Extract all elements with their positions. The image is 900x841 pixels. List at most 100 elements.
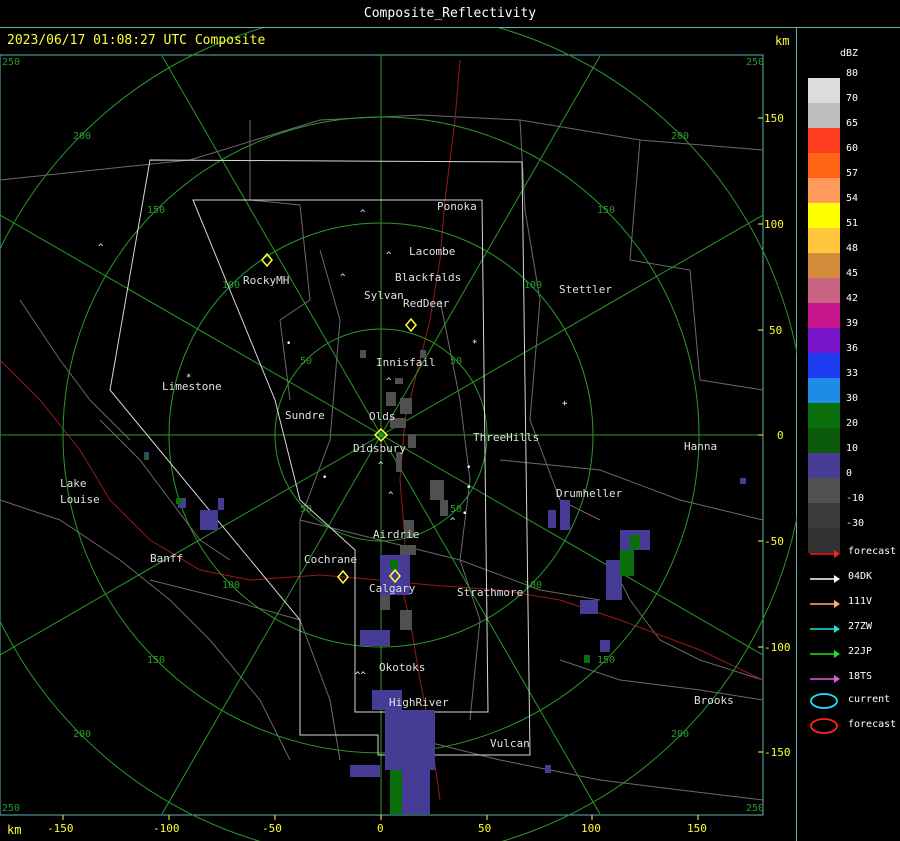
- place-sundre: Sundre: [285, 409, 325, 422]
- right-tick-100: 100: [764, 218, 784, 231]
- cell-ellipse-icon: [810, 718, 838, 734]
- legend-value: 33: [846, 368, 859, 379]
- right-tick-150: 150: [764, 112, 784, 125]
- svg-text:^: ^: [360, 209, 366, 219]
- ring-label-100b: 100: [524, 280, 542, 291]
- place-hanna: Hanna: [684, 440, 717, 453]
- ring-label-250c: 250: [2, 803, 20, 814]
- bottom-tick-m150: -150: [47, 822, 74, 835]
- place-sylvan: Sylvan: [364, 289, 404, 302]
- ring-label-150: 150: [147, 205, 165, 216]
- legend-value: 36: [846, 343, 859, 354]
- bottom-tick-m100: -100: [153, 822, 180, 835]
- track-arrow-icon: [810, 550, 840, 558]
- legend-value: 0: [846, 468, 853, 479]
- legend-swatch: [808, 328, 840, 353]
- legend-value: 30: [846, 393, 859, 404]
- bottom-tick-100: 100: [581, 822, 601, 835]
- ring-label-150b: 150: [597, 205, 615, 216]
- ring-label-100: 100: [222, 280, 240, 291]
- svg-text:+: +: [562, 399, 568, 409]
- svg-text:•: •: [466, 463, 471, 473]
- legend-value: 48: [846, 243, 859, 254]
- svg-text:^: ^: [378, 461, 384, 471]
- svg-text:^: ^: [340, 273, 346, 283]
- legend-swatch: [808, 103, 840, 128]
- legend-value: 65: [846, 118, 859, 129]
- legend-value: 70: [846, 93, 859, 104]
- radar-map[interactable]: 50 50 50 50 100 100 100 100 150 150 150 …: [0, 28, 797, 841]
- place-calgary: Calgary: [369, 582, 416, 595]
- legend-title: dBZ: [840, 48, 859, 59]
- legend-swatch: [808, 503, 840, 528]
- legend-track-row: 27ZW: [808, 621, 898, 641]
- cell-ellipse-icon: [810, 693, 838, 709]
- place-blackfalds: Blackfalds: [395, 271, 461, 284]
- place-vulcan: Vulcan: [490, 737, 530, 750]
- place-limestone: Limestone: [162, 380, 222, 393]
- ring-label-50b: 50: [450, 356, 462, 367]
- legend-track-label: forecast: [848, 546, 897, 557]
- km-label-top: km: [775, 34, 790, 48]
- legend-swatch: [808, 128, 840, 153]
- legend-value: 60: [846, 143, 859, 154]
- ring-label-250d: 250: [746, 803, 764, 814]
- track-arrow-icon: [810, 600, 840, 608]
- right-tick-50: 50: [769, 324, 782, 337]
- ring-label-250: 250: [2, 57, 20, 68]
- right-tick-m100: -100: [764, 641, 791, 654]
- place-labels: Ponoka Lacombe Blackfalds Sylvan RedDeer…: [60, 200, 734, 750]
- legend-value: 57: [846, 168, 859, 179]
- svg-text:^: ^: [450, 517, 456, 527]
- place-didsbury: Didsbury: [353, 442, 406, 455]
- place-cochrane: Cochrane: [304, 553, 357, 566]
- svg-text:•: •: [286, 339, 291, 349]
- place-strathmore: Strathmore: [457, 586, 523, 599]
- legend-value: 80: [846, 68, 859, 79]
- legend-swatch: [808, 153, 840, 178]
- place-threehills: ThreeHills: [473, 431, 539, 444]
- legend-value: 39: [846, 318, 859, 329]
- legend-value: 45: [846, 268, 859, 279]
- ring-label-50: 50: [300, 356, 312, 367]
- legend-track-label: 22JP: [848, 646, 873, 657]
- legend-track-label: 04DK: [848, 571, 873, 582]
- legend-value: -30: [846, 518, 865, 529]
- window-title: Composite_Reflectivity: [363, 6, 537, 21]
- place-rockymh: RockyMH: [243, 274, 289, 287]
- legend-track-row: 22JP: [808, 646, 898, 666]
- legend-value: 20: [846, 418, 859, 429]
- track-arrow-icon: [810, 625, 840, 633]
- svg-text:•: •: [466, 483, 471, 493]
- legend-value: 51: [846, 218, 859, 229]
- legend-cell-row: forecast: [808, 718, 898, 739]
- ring-label-200d: 200: [671, 729, 689, 740]
- legend-cell-row: current: [808, 693, 898, 714]
- legend-swatch: [808, 378, 840, 403]
- legend-swatch: [808, 278, 840, 303]
- bottom-tick-50: 50: [478, 822, 491, 835]
- svg-text:^: ^: [386, 377, 392, 387]
- legend-value: 42: [846, 293, 859, 304]
- legend-track-row: 111V: [808, 596, 898, 616]
- ring-label-200: 200: [73, 131, 91, 142]
- place-okotoks: Okotoks: [379, 661, 425, 674]
- bottom-tick-m50: -50: [262, 822, 282, 835]
- svg-text:•: •: [322, 473, 327, 483]
- place-ponoka: Ponoka: [437, 200, 477, 213]
- track-arrow-icon: [810, 575, 840, 583]
- legend-track-label: 111V: [848, 596, 873, 607]
- place-reddeer: RedDeer: [403, 297, 450, 310]
- place-airdrie: Airdrie: [373, 528, 419, 541]
- ring-label-150d: 150: [597, 655, 615, 666]
- ring-label-100c: 100: [222, 580, 240, 591]
- radar-map-frame[interactable]: 50 50 50 50 100 100 100 100 150 150 150 …: [0, 28, 797, 841]
- bottom-tick-150: 150: [687, 822, 707, 835]
- place-lake: Lake: [60, 477, 87, 490]
- place-brooks: Brooks: [694, 694, 734, 707]
- place-louise: Louise: [60, 493, 100, 506]
- ring-label-200b: 200: [671, 131, 689, 142]
- legend-swatch: [808, 428, 840, 453]
- legend-scale-row: 10: [808, 443, 898, 478]
- ring-label-250b: 250: [746, 57, 764, 68]
